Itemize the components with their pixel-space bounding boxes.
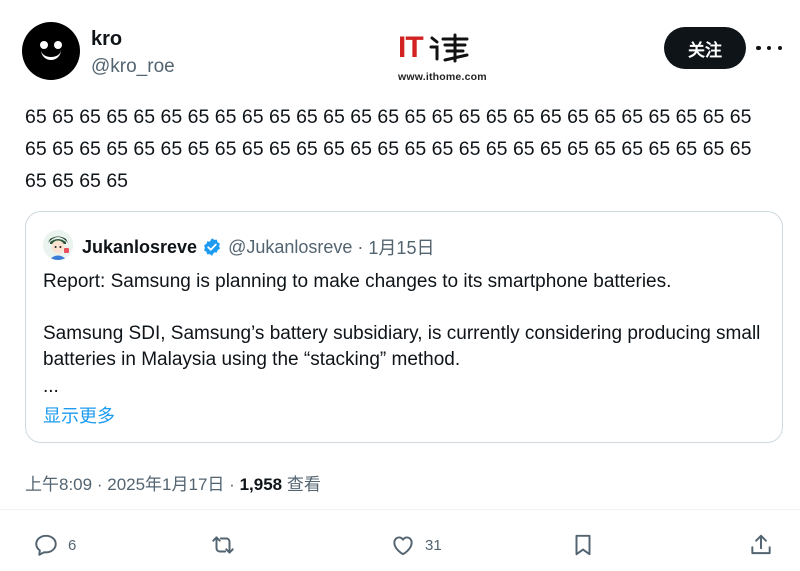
author-handle[interactable]: @kro_roe	[91, 56, 175, 78]
follow-button[interactable]: 关注	[664, 27, 746, 69]
share-icon	[751, 534, 771, 555]
quoted-author-avatar[interactable]	[43, 230, 73, 260]
bookmark-icon	[575, 534, 591, 556]
reply-button[interactable]: 6	[33, 528, 76, 562]
more-options-icon[interactable]	[756, 38, 782, 58]
retweet-button[interactable]	[210, 528, 245, 562]
ithome-watermark: IT www.ithome.com	[398, 30, 490, 83]
quoted-author-name[interactable]: Jukanlosreve	[82, 237, 197, 258]
author-display-name[interactable]: kro	[91, 28, 122, 51]
heart-icon	[393, 536, 413, 556]
tweet-date[interactable]: 2025年1月17日	[107, 475, 224, 494]
tweet-action-bar: 6 31	[0, 528, 800, 562]
reply-icon	[35, 534, 57, 556]
quoted-tweet-header: Jukanlosreve @Jukanlosreve · 1月15日	[82, 234, 434, 260]
tweet-time[interactable]: 上午8:09	[25, 475, 92, 494]
like-count: 31	[425, 536, 442, 554]
ithome-logo: IT	[398, 30, 490, 66]
quoted-author-handle[interactable]: @Jukanlosreve	[228, 237, 352, 258]
share-button[interactable]	[748, 528, 774, 562]
reply-count: 6	[68, 536, 77, 554]
author-avatar[interactable]	[22, 22, 80, 80]
views-count: 1,958	[239, 475, 283, 494]
like-button[interactable]: 31	[390, 528, 442, 562]
tweet-meta: 上午8:09 · 2025年1月17日 · 1,958 查看	[25, 470, 321, 495]
views-label: 查看	[286, 475, 321, 494]
retweet-icon	[212, 536, 234, 554]
quoted-avatar-illustration	[43, 230, 73, 260]
header-separator: ·	[357, 236, 364, 257]
quoted-paragraph-2: Samsung SDI, Samsung’s battery subsidiar…	[43, 323, 761, 370]
avatar-smile	[41, 46, 61, 60]
more-dot	[766, 45, 772, 51]
verified-badge-icon	[204, 238, 220, 256]
more-dot	[777, 45, 782, 51]
ithome-url: www.ithome.com	[398, 71, 487, 83]
actions-divider	[0, 509, 800, 510]
bookmark-button[interactable]	[570, 528, 596, 562]
quoted-tweet-date[interactable]: 1月15日	[368, 234, 434, 260]
show-more-link[interactable]: 显示更多	[43, 402, 115, 428]
more-dot	[756, 45, 761, 51]
tweet-text: 65 65 65 65 65 65 65 65 65 65 65 65 65 6…	[25, 106, 752, 192]
meta-separator: ·	[96, 475, 103, 494]
quoted-ellipsis: ...	[43, 376, 59, 397]
ithome-logo-glyph	[429, 33, 469, 63]
quoted-tweet-card[interactable]: Jukanlosreve @Jukanlosreve · 1月15日 Repor…	[25, 211, 783, 443]
ithome-logo-text: IT	[398, 31, 424, 64]
quoted-tweet-body: Report: Samsung is planning to make chan…	[43, 269, 768, 398]
meta-separator: ·	[229, 475, 235, 494]
quoted-paragraph-1: Report: Samsung is planning to make chan…	[43, 271, 672, 292]
